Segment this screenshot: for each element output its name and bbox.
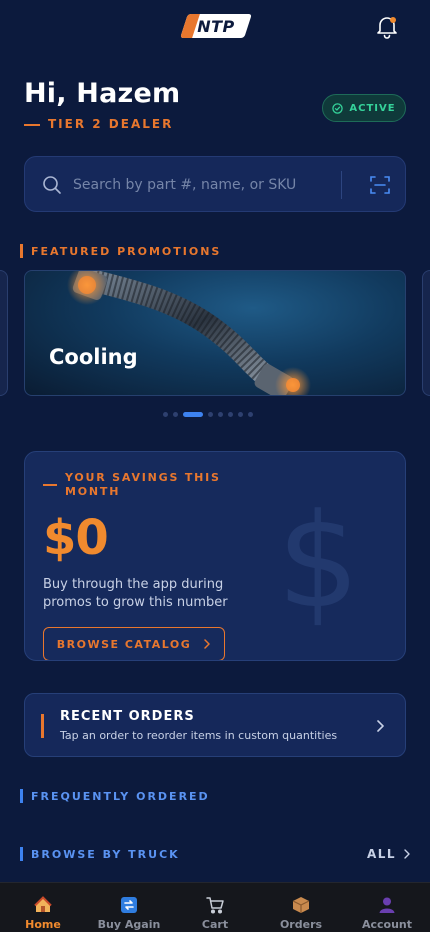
browse-by-truck-accent [20,847,23,861]
carousel-dot[interactable] [208,412,213,417]
notification-dot [390,17,396,23]
nav-orders-label: Orders [279,918,323,931]
carousel-dot[interactable] [248,412,253,417]
cooling-hose-image [67,271,311,395]
nav-cart-label: Cart [201,918,229,931]
barcode-scan-icon[interactable] [369,174,391,196]
carousel-dot[interactable] [228,412,233,417]
nav-cart[interactable]: Cart [172,883,258,932]
nav-account-label: Account [361,918,413,931]
nav-buy-again[interactable]: Buy Again [86,883,172,932]
see-all-trucks-link[interactable]: ALL [367,847,410,861]
search-input[interactable] [73,171,343,199]
promo-card-next[interactable] [422,270,430,396]
nav-orders[interactable]: Orders [258,883,344,932]
carousel-indicator [163,412,253,417]
search-bar[interactable] [24,156,406,212]
savings-card: $ YOUR SAVINGS THIS MONTH $0 Buy through… [24,451,406,661]
carousel-dot[interactable] [218,412,223,417]
brand-logo[interactable]: NTP [180,14,252,38]
savings-amount: $0 [43,510,109,566]
nav-home-label: Home [25,918,61,931]
browse-by-truck-title: BROWSE BY TRUCK [31,848,180,861]
repeat-icon [121,897,137,913]
browse-catalog-label: BROWSE CATALOG [56,637,192,651]
check-circle-icon [332,102,344,114]
savings-description: Buy through the app during promos to gro… [43,577,228,610]
frequently-ordered-title: FREQUENTLY ORDERED [31,790,210,803]
frequently-ordered-accent [20,789,23,803]
person-icon [379,897,395,913]
carousel-dot[interactable] [163,412,168,417]
recent-orders-subtitle: Tap an order to reorder items in custom … [60,729,338,742]
nav-account[interactable]: Account [344,883,430,932]
browse-catalog-button[interactable]: BROWSE CATALOG [43,627,225,660]
cart-icon [206,897,224,914]
status-badge: ACTIVE [322,94,406,122]
chevron-right-icon [377,720,384,732]
see-all-label: ALL [367,847,397,861]
savings-kicker: YOUR SAVINGS THIS MONTH [65,471,221,498]
recent-orders-accent [41,714,44,738]
featured-promotions-accent [20,244,23,258]
dollar-watermark-icon: $ [277,485,360,637]
dealer-tier-label: TIER 2 DEALER [48,117,174,131]
carousel-dot-active[interactable] [183,412,203,417]
chevron-right-icon [404,849,410,859]
status-badge-label: ACTIVE [349,102,396,114]
recent-orders-card[interactable]: RECENT ORDERS Tap an order to reorder it… [24,693,406,757]
nav-buy-again-label: Buy Again [97,918,161,931]
search-divider [341,171,342,199]
carousel-dot[interactable] [238,412,243,417]
logo-text: NTP [197,16,235,36]
carousel-dot[interactable] [173,412,178,417]
featured-promotions-title: FEATURED PROMOTIONS [31,245,222,258]
promo-card-previous[interactable] [0,270,8,396]
notification-bell-icon[interactable] [374,14,400,40]
package-icon [292,897,310,913]
promo-title: Cooling [49,345,138,369]
tier-accent-line [24,124,40,126]
search-icon [43,176,61,194]
greeting-title: Hi, Hazem [24,78,181,109]
home-icon [34,896,52,912]
bottom-navigation: Home Buy Again Cart Orders Account [0,882,430,932]
nav-home[interactable]: Home [0,883,86,932]
recent-orders-title: RECENT ORDERS [60,709,195,724]
savings-accent-line [43,484,57,486]
chevron-right-icon [204,639,210,649]
promo-card[interactable]: Cooling [24,270,406,396]
